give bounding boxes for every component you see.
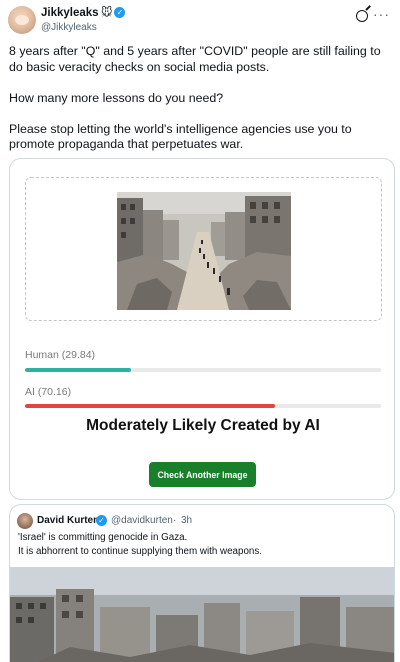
quoted-author-avatar[interactable] [17, 513, 33, 529]
author-avatar[interactable] [8, 6, 36, 34]
author-name[interactable]: Jikkyleaks [41, 7, 99, 19]
human-score-bar [25, 368, 381, 372]
quoted-post[interactable]: David Kurten ✓ @davidkurten · 3h 'Israel… [9, 504, 395, 662]
destroyed-street-photo [117, 192, 291, 310]
author-handle[interactable]: @Jikkyleaks [41, 22, 97, 33]
grok-icon[interactable] [356, 10, 368, 22]
check-another-image-button[interactable]: Check Another Image [149, 462, 256, 487]
quoted-post-image[interactable] [10, 567, 394, 662]
quoted-author-name[interactable]: David Kurten [37, 515, 99, 526]
ai-score-bar [25, 404, 381, 408]
author-badges: 🐭 ✓ [101, 6, 126, 19]
more-horizontal-icon[interactable]: ··· [373, 6, 390, 22]
verified-badge-icon[interactable]: ✓ [114, 7, 126, 18]
human-score-label: Human (29.84) [25, 349, 96, 361]
quoted-post-time[interactable]: 3h [181, 515, 192, 526]
post-paragraph: Please stop letting the world's intellig… [9, 121, 352, 152]
quoted-author-handle[interactable]: @davidkurten [111, 515, 173, 526]
post-header: Jikkyleaks 🐭 ✓ @Jikkyleaks ··· [8, 4, 392, 40]
mouse-emoji-icon: 🐭 [101, 7, 113, 19]
quoted-post-text: 'Israel' is committing genocide in Gaza.… [18, 531, 388, 558]
verified-badge-icon[interactable]: ✓ [96, 515, 107, 526]
quoted-line: 'Israel' is committing genocide in Gaza. [18, 532, 188, 543]
quoted-line: It is abhorrent to continue supplying th… [18, 545, 262, 557]
analyzed-image [117, 192, 291, 310]
ai-score-fill [25, 404, 275, 408]
post-paragraph: 8 years after "Q" and 5 years after "COV… [9, 44, 381, 74]
ai-score-label: AI (70.16) [25, 386, 72, 398]
separator-dot: · [173, 515, 177, 526]
verdict-text: Moderately Likely Created by AI [86, 417, 320, 434]
image-drop-zone[interactable] [25, 177, 382, 321]
post-media-card[interactable]: Human (29.84) AI (70.16) Moderately Like… [9, 158, 395, 500]
post-paragraph: How many more lessons do you need? [9, 90, 224, 105]
post-body: 8 years after "Q" and 5 years after "COV… [9, 44, 391, 168]
human-score-fill [25, 368, 132, 372]
destroyed-city-photo [10, 567, 394, 662]
